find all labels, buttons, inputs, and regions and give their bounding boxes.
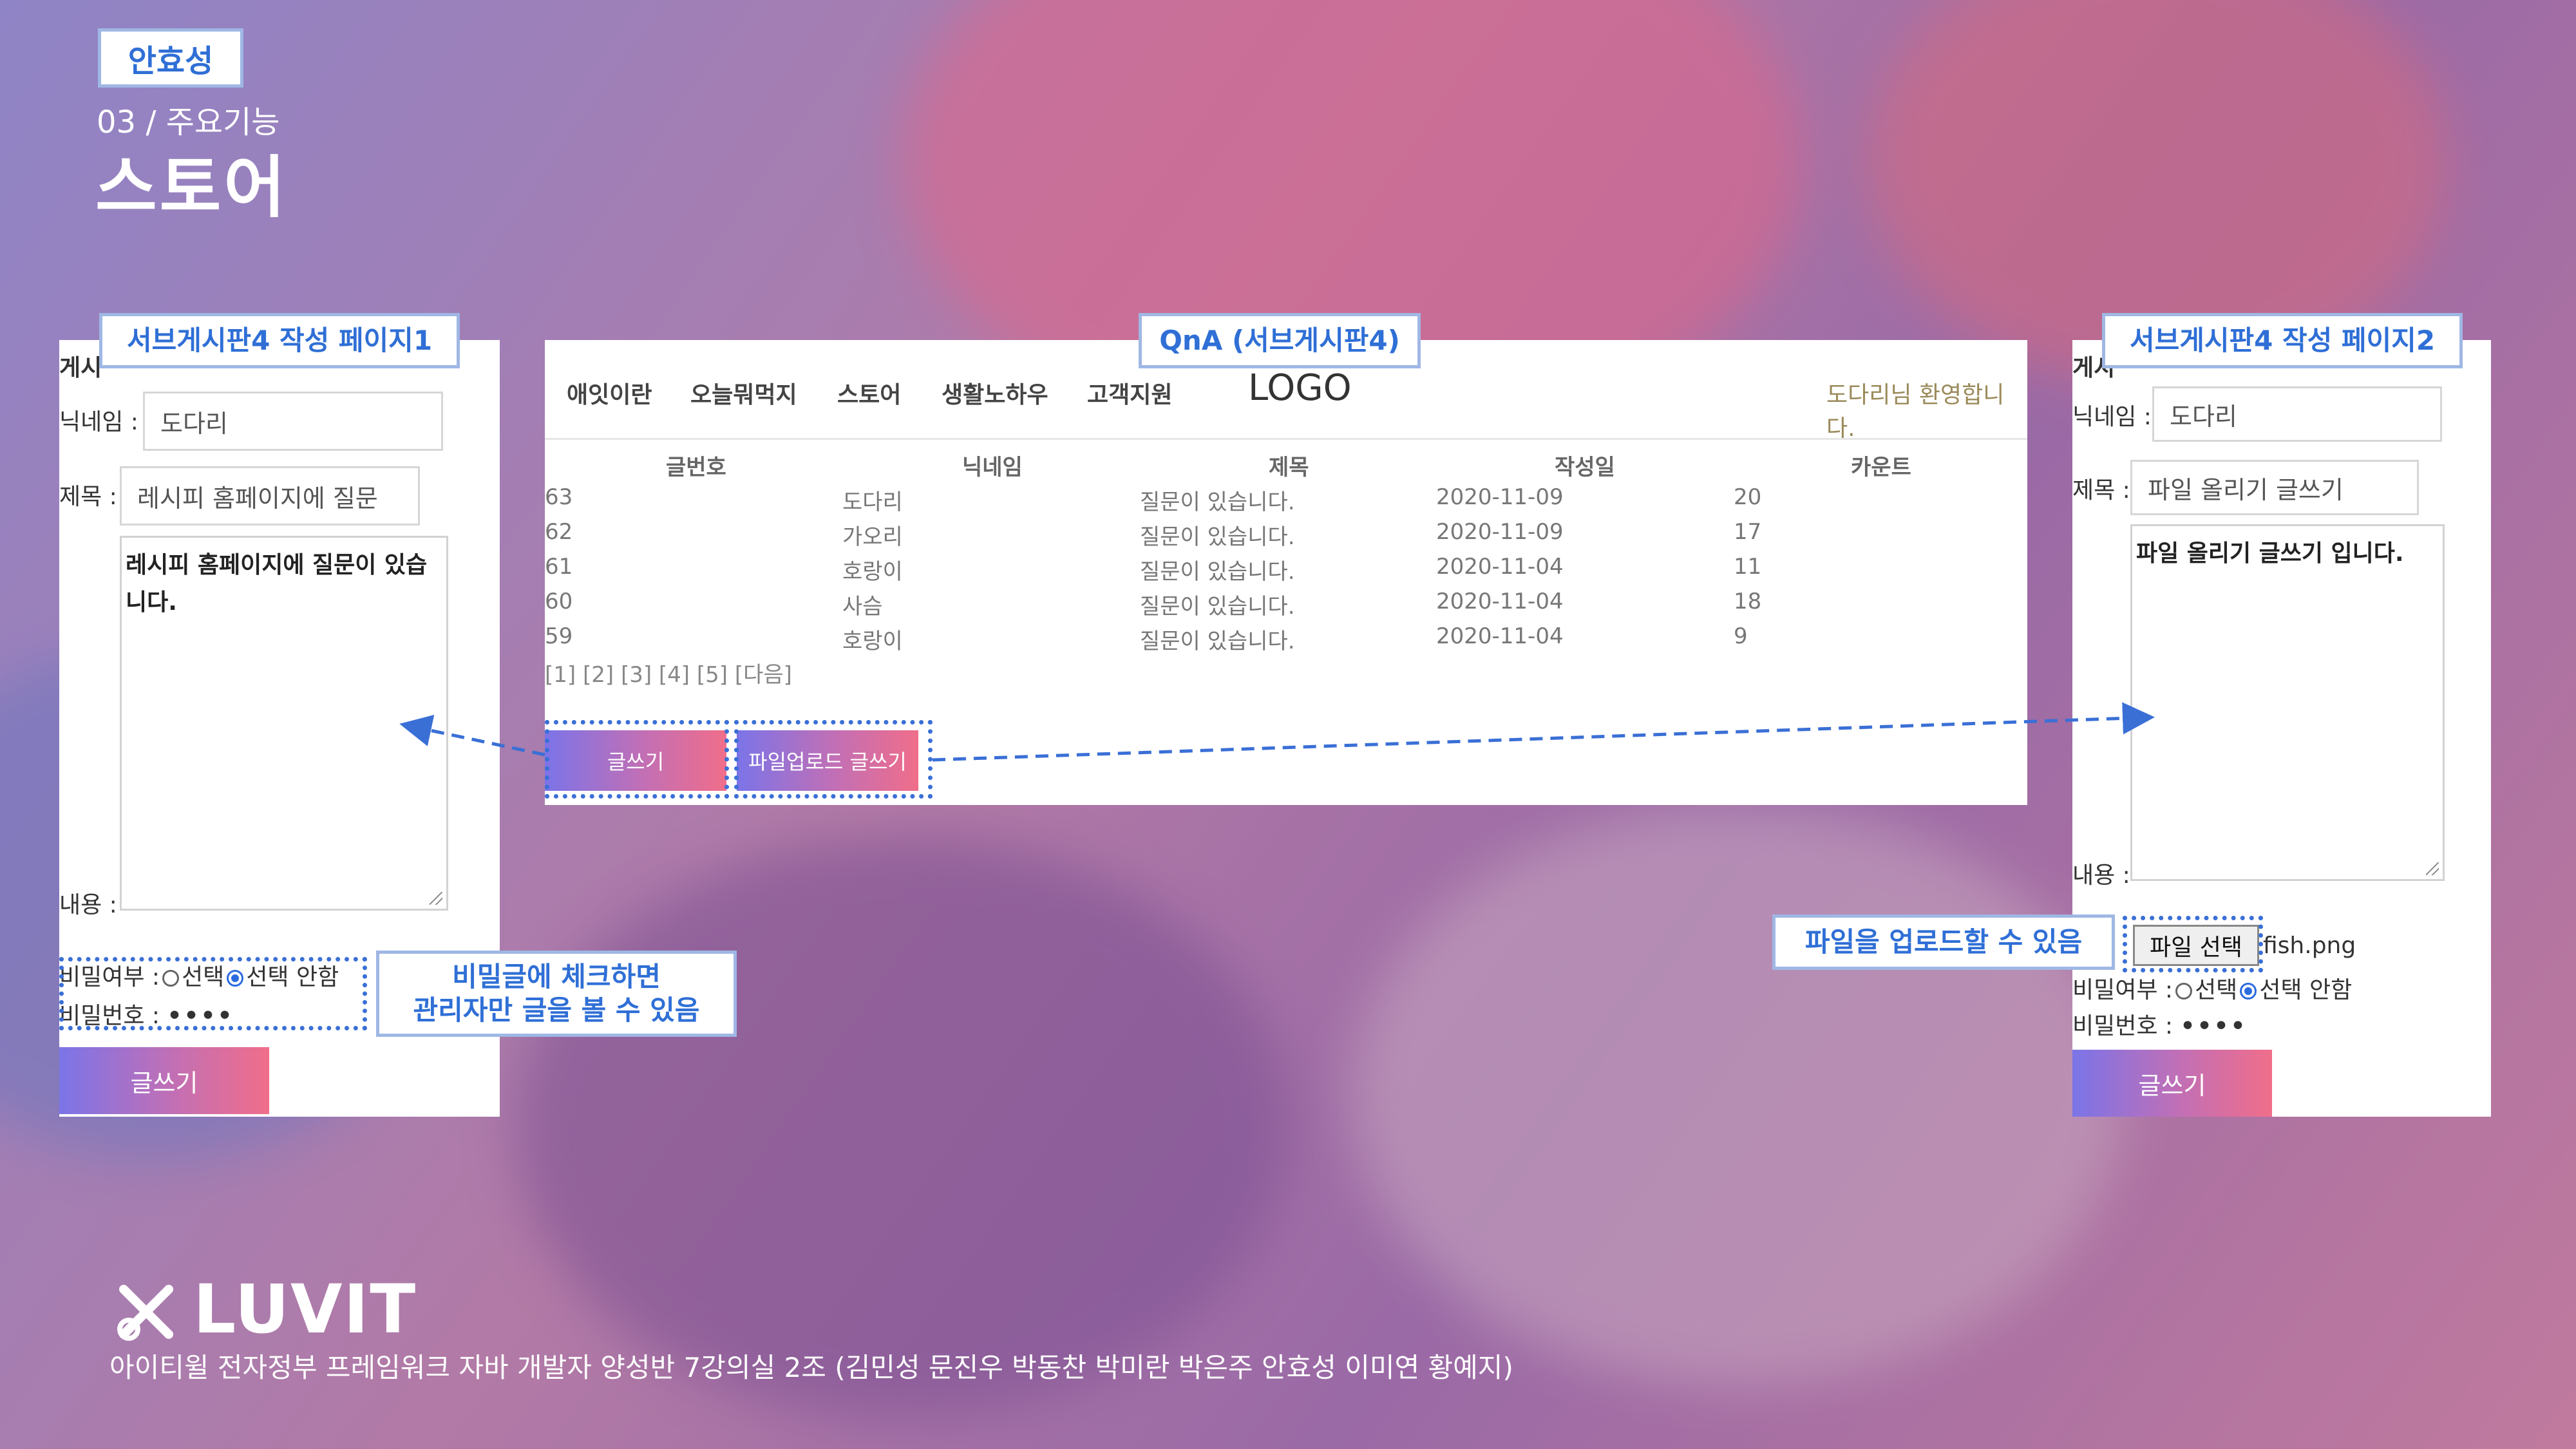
scissors-icon: [117, 1285, 173, 1341]
footer-credits: 아이티윌 전자정부 프레임워크 자바 개발자 양성반 7강의실 2조 (김민성 …: [109, 1352, 1513, 1383]
arrow-to-page2: [932, 702, 2155, 762]
brand-logo: LUVIT: [193, 1270, 417, 1349]
connector-arrows: [399, 702, 2155, 762]
arrow-to-page1: [399, 714, 545, 757]
